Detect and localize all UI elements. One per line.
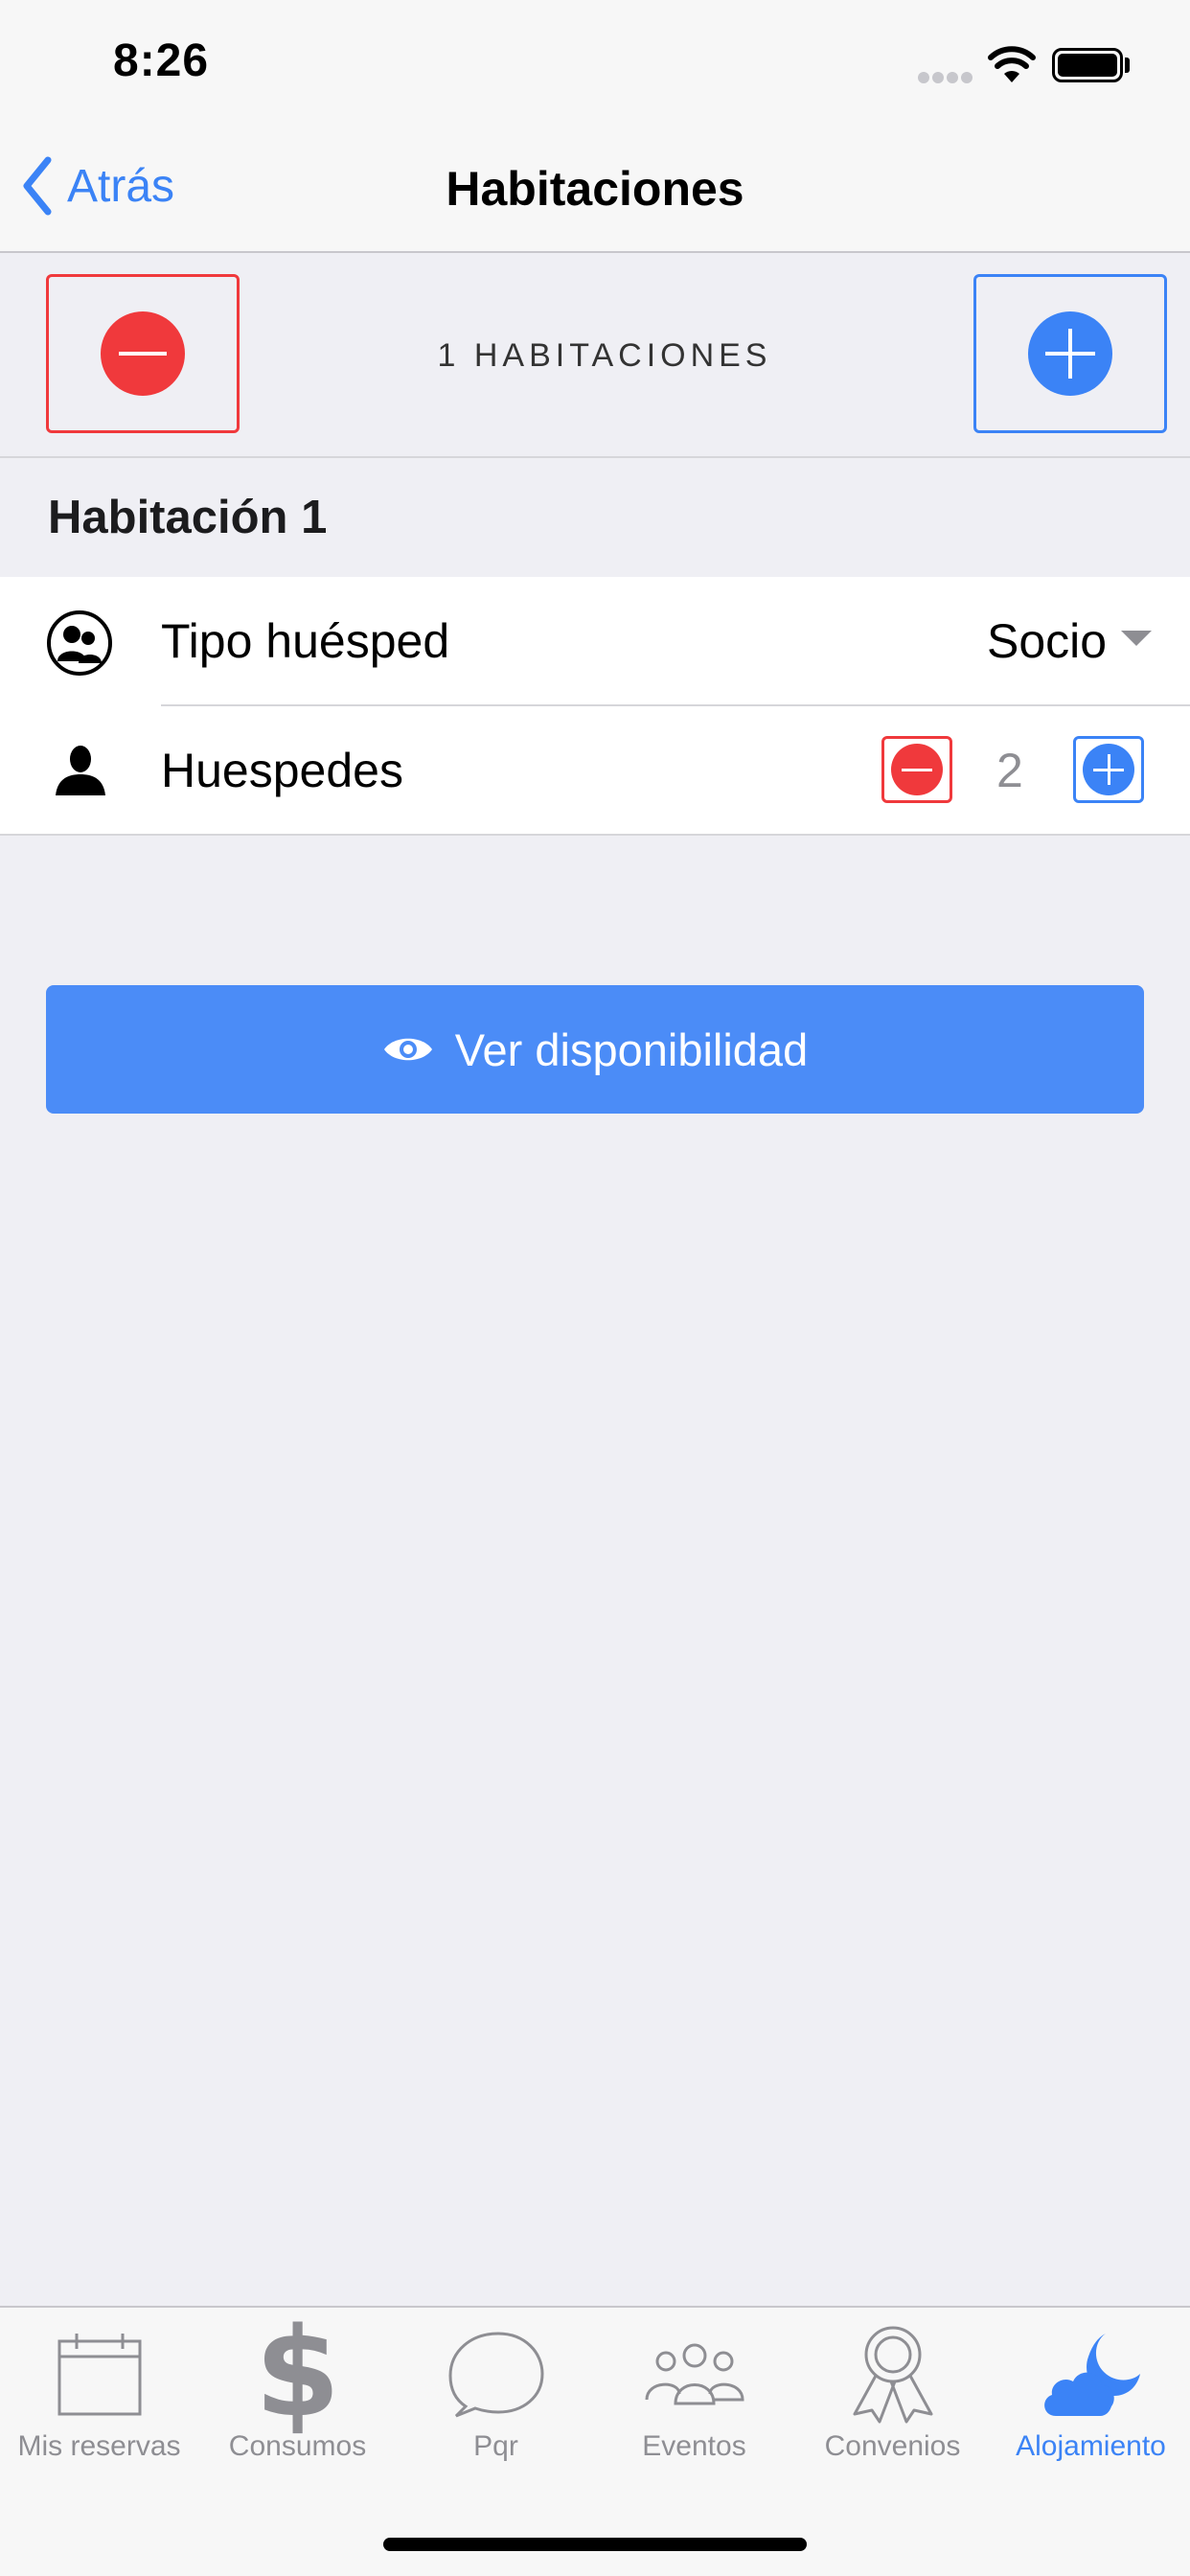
people-group-icon [643,2321,746,2426]
status-time: 8:26 [113,35,210,86]
tab-eventos[interactable]: Eventos [595,2321,793,2484]
row-divider [161,704,1190,706]
tab-alojamiento[interactable]: Alojamiento [992,2321,1190,2484]
add-room-button[interactable] [973,274,1167,433]
tab-consumos[interactable]: $ Consumos [198,2302,397,2484]
check-availability-label: Ver disponibilidad [454,1024,809,1075]
tab-label: Convenios [824,2430,961,2462]
person-icon [54,744,107,802]
tab-label: Mis reservas [17,2430,181,2462]
plus-circle-icon [1083,744,1134,795]
wifi-icon [987,46,1037,89]
tab-convenios[interactable]: Convenios [793,2321,992,2484]
calendar-icon [56,2321,144,2426]
battery-cap [1125,58,1130,73]
separator [0,456,1190,458]
guest-type-select[interactable]: Socio [987,613,1107,669]
room-section-title: Habitación 1 [48,492,328,543]
tab-pqr[interactable]: Pqr [397,2321,595,2484]
tab-label: Eventos [642,2430,746,2462]
tab-label: Consumos [228,2430,367,2462]
tab-label: Pqr [473,2430,518,2462]
eye-icon [383,1038,432,1061]
guests-label: Huespedes [161,744,403,797]
tab-mis-reservas[interactable]: Mis reservas [0,2321,198,2484]
users-circle-icon [46,610,113,681]
decrease-guests-button[interactable] [881,736,952,803]
moon-cloud-icon [1039,2321,1144,2426]
home-indicator [383,2538,807,2551]
dollar-icon: $ [254,2302,341,2445]
tab-label: Alojamiento [1016,2430,1166,2462]
guests-count: 2 [996,744,1023,797]
guest-type-label: Tipo huésped [161,614,450,668]
increase-guests-button[interactable] [1073,736,1144,803]
minus-circle-icon [891,744,943,795]
plus-circle-icon [1028,311,1112,396]
ribbon-award-icon [847,2321,939,2426]
page-title: Habitaciones [446,162,744,216]
cellular-signal-icon [918,71,975,88]
battery-icon [1052,48,1123,82]
dropdown-arrow-icon [1121,631,1152,646]
check-availability-button[interactable]: Ver disponibilidad [46,985,1144,1114]
chat-bubble-icon [446,2321,546,2426]
